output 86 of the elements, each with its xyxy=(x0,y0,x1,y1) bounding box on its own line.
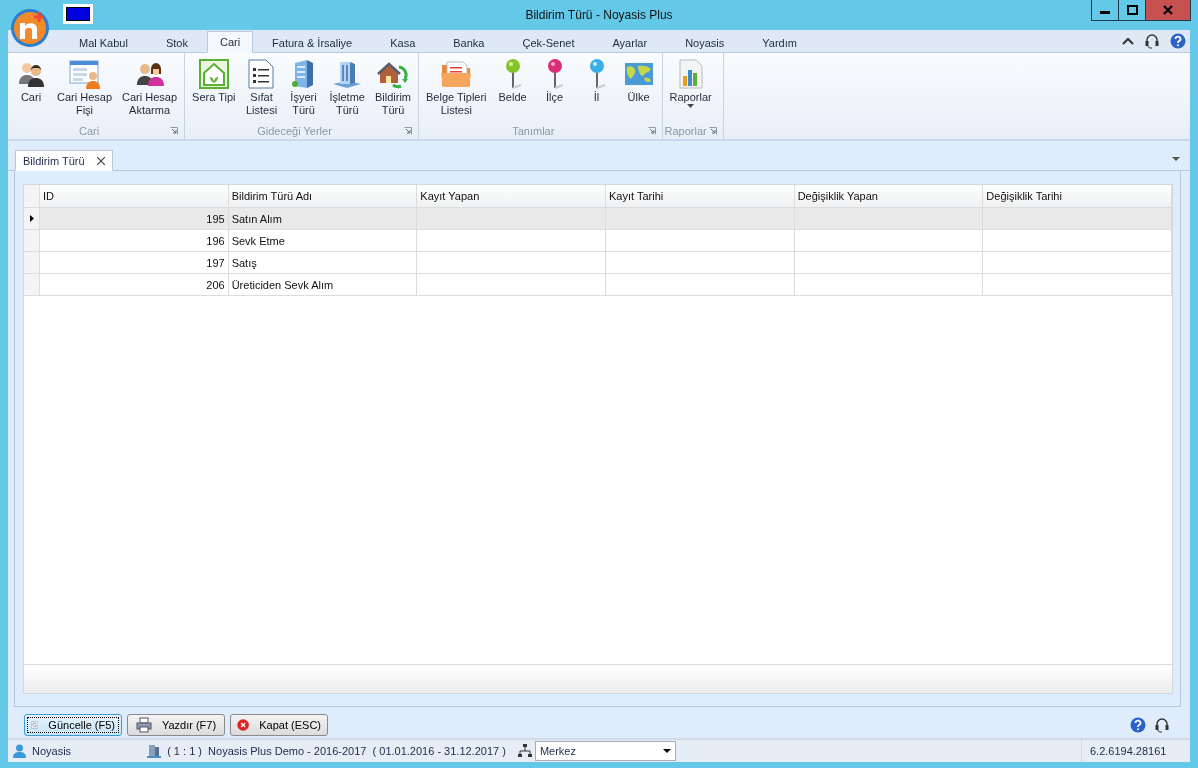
column-header[interactable]: ID xyxy=(40,185,229,207)
ribbon-tab[interactable]: Kasa xyxy=(371,33,435,53)
collapse-ribbon-icon[interactable] xyxy=(1122,37,1134,45)
ribbon-button[interactable]: İşletme Türü xyxy=(324,53,370,123)
caret-icon xyxy=(687,104,695,108)
ribbon-button[interactable]: Cari Hesap Aktarma xyxy=(117,53,183,123)
table-cell: 206 xyxy=(40,274,229,295)
help-icon[interactable] xyxy=(1170,33,1186,49)
table-cell: Sevk Etme xyxy=(228,230,418,251)
table-cell: 197 xyxy=(40,252,229,273)
world-map-icon xyxy=(623,61,654,87)
column-header[interactable]: Bildirim Türü Adı xyxy=(228,185,418,207)
ribbon-button[interactable]: Bildirim Türü xyxy=(369,53,416,123)
ribbon-tab[interactable]: Çek-Senet xyxy=(503,33,594,53)
dialog-launcher-icon[interactable] xyxy=(647,127,656,135)
ribbon-tab[interactable]: Yardım xyxy=(743,33,816,53)
table-cell: Satın Alım xyxy=(228,208,418,229)
dialog-launcher-icon[interactable] xyxy=(708,127,717,135)
table-cell: Satış xyxy=(228,252,418,273)
branch-dropdown[interactable]: Merkez xyxy=(534,741,676,761)
close-circle-icon xyxy=(237,716,250,734)
headset-icon[interactable] xyxy=(1154,717,1170,733)
ribbon-tab[interactable]: Banka xyxy=(434,33,504,53)
document-tab[interactable]: Bildirim Türü xyxy=(15,150,113,171)
action-button[interactable]: Yazdır (F7) xyxy=(127,714,225,736)
headset-icon[interactable] xyxy=(1144,33,1160,49)
help-icon[interactable] xyxy=(1130,717,1146,733)
dialog-launcher-icon[interactable] xyxy=(404,127,412,135)
close-button[interactable] xyxy=(1145,0,1191,21)
column-header[interactable]: Değişiklik Tarihi xyxy=(983,185,1172,207)
printer-icon xyxy=(135,717,152,733)
action-button[interactable]: Güncelle (F5) xyxy=(24,714,122,736)
minimize-button[interactable] xyxy=(1091,0,1119,21)
dropdown-arrow-icon[interactable] xyxy=(1172,157,1180,161)
table-row[interactable]: 206 Üreticiden Sevk Alım xyxy=(24,274,1172,296)
ribbon-button[interactable]: Cari xyxy=(10,53,52,123)
group-title: Tanımlar xyxy=(512,125,555,137)
close-icon xyxy=(1163,5,1173,15)
ribbon-button[interactable]: İl xyxy=(575,53,618,123)
dialog-launcher-icon[interactable] xyxy=(170,127,179,135)
window-menu-icon[interactable] xyxy=(63,4,93,24)
row-header[interactable] xyxy=(24,208,40,229)
ribbon-button[interactable]: Belde xyxy=(491,53,534,123)
column-header[interactable]: Değişiklik Yapan xyxy=(794,185,984,207)
group-title: Cari xyxy=(78,125,100,137)
ribbon-button[interactable]: Sera Tipi xyxy=(187,53,241,123)
window-title: Bildirim Türü - Noyasis Plus xyxy=(525,8,673,22)
table-cell: 195 xyxy=(40,208,229,229)
list-document-icon xyxy=(248,59,275,89)
column-header[interactable]: Kayıt Yapan xyxy=(417,185,606,207)
table-row[interactable]: 196 Sevk Etme xyxy=(24,230,1172,252)
ribbon-button[interactable]: Belge Tipleri Listesi xyxy=(421,53,492,123)
ribbon-button[interactable]: Cari Hesap Fişi xyxy=(52,53,118,123)
ribbon-tab[interactable]: Cari xyxy=(206,31,254,53)
building-icon xyxy=(147,744,162,758)
ribbon-button[interactable]: Sıfat Listesi xyxy=(240,53,283,123)
action-button[interactable]: Kapat (ESC) xyxy=(230,714,328,736)
user-name: Noyasis xyxy=(32,745,72,757)
column-header[interactable]: Kayıt Tarihi xyxy=(606,185,795,207)
table-cell: Üreticiden Sevk Alım xyxy=(228,274,418,295)
version-label: 6.2.6194.28161 xyxy=(1081,740,1190,762)
ribbon-button[interactable]: Ülke xyxy=(617,53,660,123)
group-title: Gideceği Yerler xyxy=(257,125,332,137)
folder-icon xyxy=(440,59,473,89)
ribbon-tab[interactable]: Noyasis xyxy=(666,33,744,53)
table-row[interactable]: 195 Satın Alım xyxy=(24,208,1172,230)
ribbon-tab[interactable]: Ayarlar xyxy=(593,33,667,53)
ribbon-tab[interactable]: Stok xyxy=(146,33,207,53)
greenhouse-icon xyxy=(198,59,229,89)
ribbon-tab[interactable]: Fatura & İrsaliye xyxy=(253,33,372,53)
table-row[interactable]: 197 Satış xyxy=(24,252,1172,274)
maximize-icon xyxy=(1126,5,1138,15)
close-icon[interactable] xyxy=(96,156,105,165)
ribbon-button[interactable]: İşyeri Türü xyxy=(282,53,325,123)
ribbon-button[interactable]: Raporlar xyxy=(664,53,717,123)
network-icon xyxy=(517,744,532,758)
row-pointer-icon xyxy=(29,215,34,222)
dropdown-arrow-icon xyxy=(662,749,671,753)
report-chart-icon xyxy=(677,59,704,89)
form-icon xyxy=(68,59,101,89)
ribbon-tab[interactable]: Mal Kabul xyxy=(60,33,147,53)
group-title: Raporlar xyxy=(664,125,707,137)
user-icon xyxy=(13,744,26,758)
company-info: ( 1 : 1 ) Noyasis Plus Demo - 2016-2017 ( 01.01.2016 - 31.12.2017 ) xyxy=(167,745,506,757)
ribbon-button[interactable]: İlçe xyxy=(533,53,576,123)
table-cell: 196 xyxy=(40,230,229,251)
